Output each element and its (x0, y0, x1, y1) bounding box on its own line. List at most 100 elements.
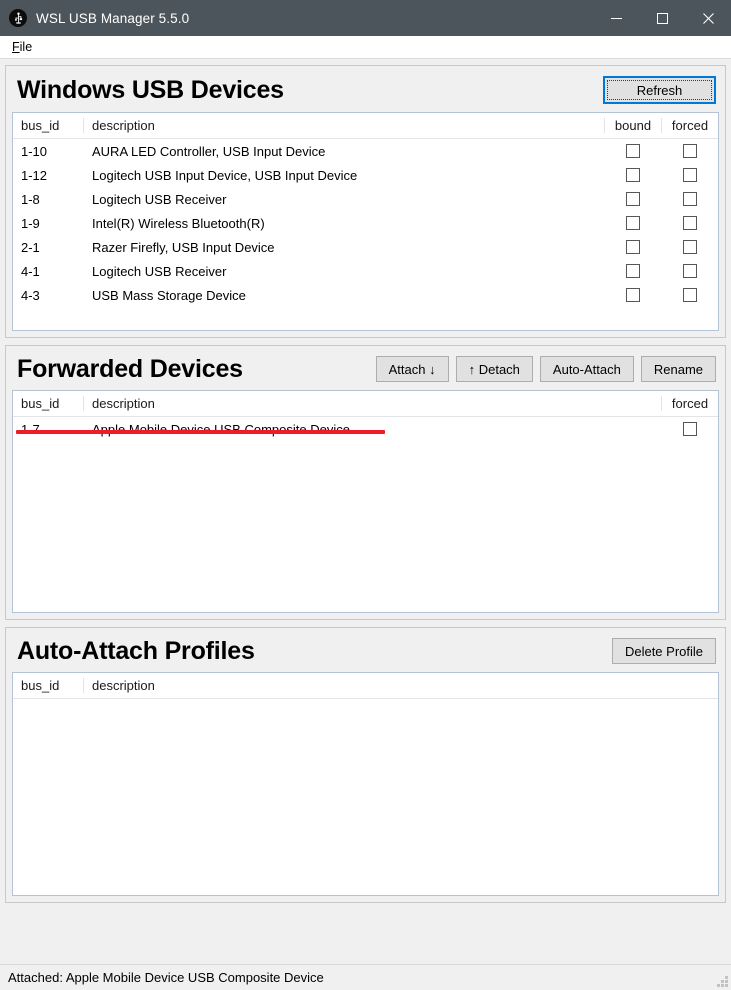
rename-button[interactable]: Rename (640, 356, 716, 382)
forced-checkbox[interactable] (683, 168, 697, 182)
page-title-auto-attach-profiles: Auto-Attach Profiles (17, 636, 255, 665)
forced-checkbox[interactable] (683, 264, 697, 278)
page-title-windows-devices: Windows USB Devices (17, 75, 284, 104)
forced-checkbox[interactable] (683, 216, 697, 230)
window-controls (593, 0, 731, 36)
cell-bus-id: 1-7 (21, 421, 40, 437)
table-row[interactable]: 1-7 Apple Mobile Device USB Composite De… (13, 417, 718, 441)
cell-forced[interactable] (661, 240, 718, 254)
forced-checkbox[interactable] (683, 144, 697, 158)
cell-description: USB Mass Storage Device (92, 287, 246, 303)
table-header-row: bus_id description (13, 673, 718, 699)
bound-checkbox[interactable] (626, 264, 640, 278)
table-header-row: bus_id description forced (13, 391, 718, 417)
minimize-icon[interactable] (593, 0, 639, 36)
panel-forwarded-devices: Forwarded Devices Attach ↓ ↑ Detach Auto… (5, 345, 726, 620)
cell-bus-id: 1-9 (21, 215, 40, 231)
cell-forced[interactable] (661, 168, 718, 182)
column-header-description[interactable]: description (83, 678, 718, 693)
bound-checkbox[interactable] (626, 192, 640, 206)
cell-forced[interactable] (661, 264, 718, 278)
status-bar: Attached: Apple Mobile Device USB Compos… (0, 964, 731, 990)
table-header-row: bus_id description bound forced (13, 113, 718, 139)
auto-attach-profiles-header: Auto-Attach Profiles Delete Profile (6, 628, 725, 672)
cell-forced[interactable] (661, 216, 718, 230)
column-header-description[interactable]: description (83, 396, 661, 411)
bound-checkbox[interactable] (626, 240, 640, 254)
menu-bar: File (0, 36, 731, 59)
resize-grip[interactable] (715, 974, 728, 987)
windows-devices-rows: 1-10 AURA LED Controller, USB Input Devi… (13, 139, 718, 307)
windows-devices-actions: Refresh (603, 76, 716, 104)
cell-bound[interactable] (604, 144, 661, 158)
table-row[interactable]: 2-1 Razer Firefly, USB Input Device (13, 235, 718, 259)
cell-bound[interactable] (604, 192, 661, 206)
windows-devices-header: Windows USB Devices Refresh (6, 66, 725, 112)
maximize-icon[interactable] (639, 0, 685, 36)
forced-checkbox[interactable] (683, 288, 697, 302)
auto-attach-button[interactable]: Auto-Attach (539, 356, 634, 382)
close-icon[interactable] (685, 0, 731, 36)
panel-auto-attach-profiles: Auto-Attach Profiles Delete Profile bus_… (5, 627, 726, 903)
cell-bus-id: 2-1 (21, 239, 40, 255)
forced-checkbox[interactable] (683, 192, 697, 206)
cell-bound[interactable] (604, 216, 661, 230)
status-badge: Attached: Apple Mobile Device USB Compos… (8, 970, 324, 985)
table-row[interactable]: 1-9 Intel(R) Wireless Bluetooth(R) (13, 211, 718, 235)
usb-icon (9, 9, 27, 27)
cell-description: Intel(R) Wireless Bluetooth(R) (92, 215, 265, 231)
red-underline-annotation (16, 430, 385, 434)
cell-bound[interactable] (604, 168, 661, 182)
cell-forced[interactable] (661, 422, 718, 436)
windows-devices-table: bus_id description bound forced 1-10 AUR… (12, 112, 719, 331)
menu-file-mnemonic: F (12, 39, 20, 54)
window-title: WSL USB Manager 5.5.0 (36, 10, 190, 26)
table-row[interactable]: 1-10 AURA LED Controller, USB Input Devi… (13, 139, 718, 163)
table-row[interactable]: 1-12 Logitech USB Input Device, USB Inpu… (13, 163, 718, 187)
cell-description: Logitech USB Input Device, USB Input Dev… (92, 167, 358, 183)
cell-bus-id: 4-3 (21, 287, 40, 303)
cell-forced[interactable] (661, 144, 718, 158)
column-header-bus-id[interactable]: bus_id (13, 678, 83, 693)
forwarded-devices-rows: 1-7 Apple Mobile Device USB Composite De… (13, 417, 718, 441)
auto-attach-profiles-actions: Delete Profile (611, 638, 716, 664)
forwarded-devices-header: Forwarded Devices Attach ↓ ↑ Detach Auto… (6, 346, 725, 390)
column-header-forced[interactable]: forced (661, 396, 718, 411)
column-header-bound[interactable]: bound (604, 118, 661, 133)
cell-bus-id: 1-12 (21, 167, 48, 183)
column-header-description[interactable]: description (83, 118, 604, 133)
forced-checkbox[interactable] (683, 422, 697, 436)
auto-attach-profiles-table: bus_id description (12, 672, 719, 896)
column-header-bus-id[interactable]: bus_id (13, 396, 83, 411)
cell-bound[interactable] (604, 240, 661, 254)
bound-checkbox[interactable] (626, 216, 640, 230)
bound-checkbox[interactable] (626, 288, 640, 302)
cell-description: AURA LED Controller, USB Input Device (92, 143, 326, 159)
forwarded-devices-actions: Attach ↓ ↑ Detach Auto-Attach Rename (375, 356, 716, 382)
cell-description: Logitech USB Receiver (92, 263, 227, 279)
menu-file-rest: ile (19, 39, 33, 54)
bound-checkbox[interactable] (626, 144, 640, 158)
cell-bound[interactable] (604, 264, 661, 278)
table-row[interactable]: 4-3 USB Mass Storage Device (13, 283, 718, 307)
menu-item-file[interactable]: File (8, 39, 36, 56)
attach-button[interactable]: Attach ↓ (375, 356, 449, 382)
main-content: Windows USB Devices Refresh bus_id descr… (0, 59, 731, 903)
bound-checkbox[interactable] (626, 168, 640, 182)
forwarded-devices-table: bus_id description forced 1-7 Apple Mobi… (12, 390, 719, 613)
page-title-forwarded-devices: Forwarded Devices (17, 354, 243, 383)
cell-forced[interactable] (661, 288, 718, 302)
delete-profile-button[interactable]: Delete Profile (611, 638, 716, 664)
cell-bound[interactable] (604, 288, 661, 302)
column-header-bus-id[interactable]: bus_id (13, 118, 83, 133)
column-header-forced[interactable]: forced (661, 118, 718, 133)
detach-button[interactable]: ↑ Detach (455, 356, 533, 382)
cell-bus-id: 4-1 (21, 263, 40, 279)
table-row[interactable]: 4-1 Logitech USB Receiver (13, 259, 718, 283)
cell-description: Logitech USB Receiver (92, 191, 227, 207)
cell-forced[interactable] (661, 192, 718, 206)
table-row[interactable]: 1-8 Logitech USB Receiver (13, 187, 718, 211)
forced-checkbox[interactable] (683, 240, 697, 254)
refresh-button[interactable]: Refresh (603, 76, 716, 104)
cell-bus-id: 1-8 (21, 191, 40, 207)
